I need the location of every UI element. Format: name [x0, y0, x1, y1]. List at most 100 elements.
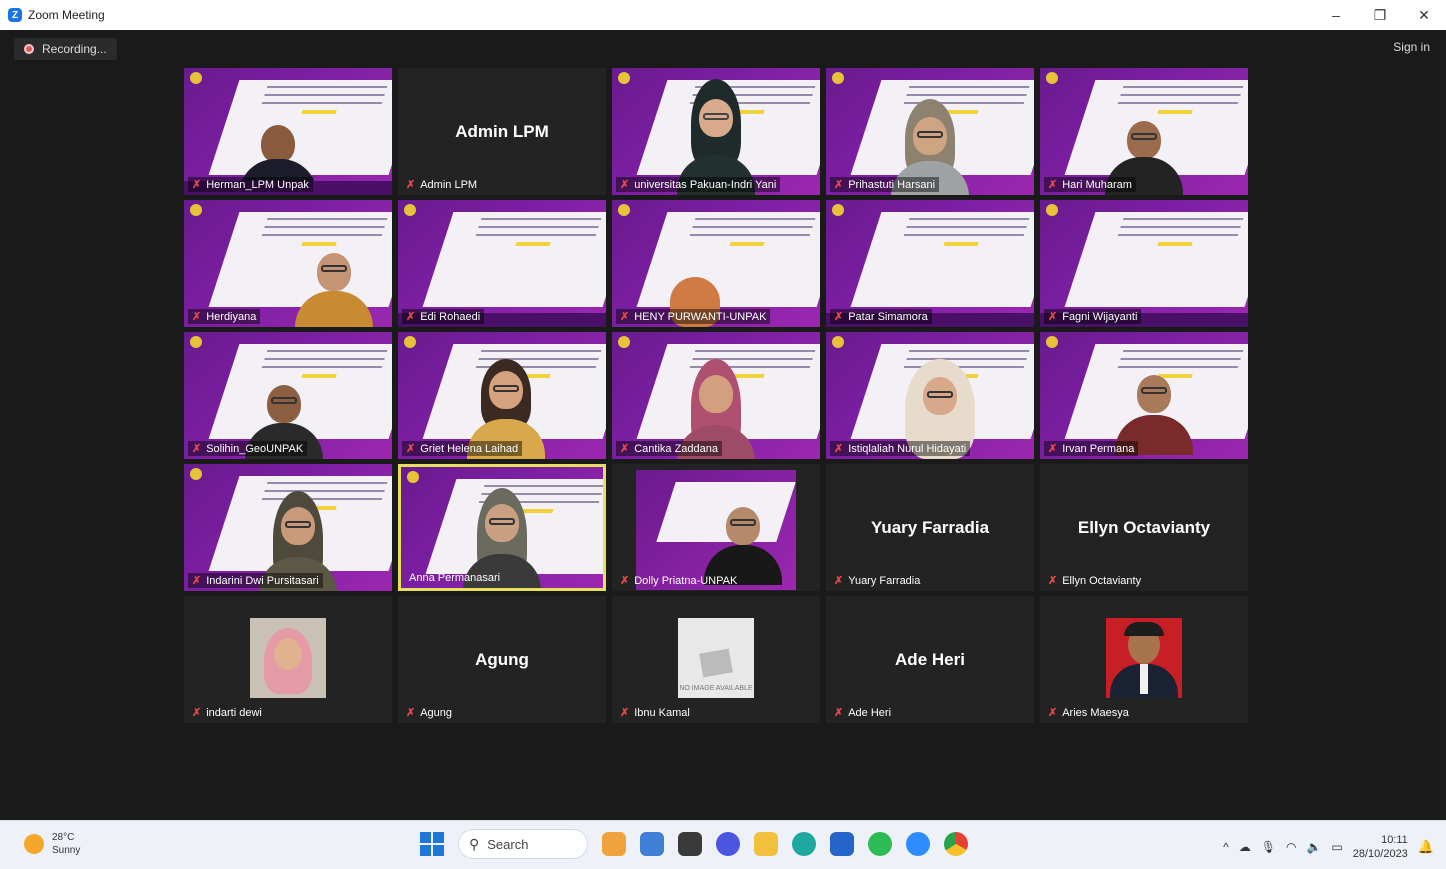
video-tile[interactable]: ✗ Patar Simamora [826, 200, 1034, 327]
chat-icon[interactable] [716, 832, 740, 856]
mic-muted-icon: ✗ [192, 575, 202, 587]
video-tile[interactable]: ✗ Herdiyana [184, 200, 392, 327]
file-explorer-icon[interactable] [754, 832, 778, 856]
mic-muted-icon: ✗ [406, 707, 416, 719]
video-tile[interactable]: ✗ Prihastuti Harsani [826, 68, 1034, 195]
video-tile[interactable]: ✗ Aries Maesya [1040, 596, 1248, 723]
file-icon[interactable] [678, 832, 702, 856]
video-tile[interactable]: ✗ Edi Rohaedi [398, 200, 606, 327]
taskbar-search[interactable]: ⚲ Search [458, 829, 588, 859]
participant-name: Istiqlaliah Nurul Hidayati [848, 442, 967, 455]
mic-muted-icon: ✗ [834, 443, 844, 455]
video-tile[interactable]: ✗ Solihin_GeoUNPAK [184, 332, 392, 459]
participant-display-name: Ellyn Octavianty [1077, 517, 1211, 537]
minimize-button[interactable]: – [1314, 0, 1358, 30]
mic-muted-icon: ✗ [620, 707, 630, 719]
video-tile[interactable]: ✗ Fagni Wijayanti [1040, 200, 1248, 327]
mic-muted-icon: ✗ [406, 311, 416, 323]
mic-muted-icon: ✗ [620, 179, 630, 191]
video-tile-active-speaker[interactable]: Anna Permanasari [398, 464, 606, 591]
game-app-icon[interactable] [640, 832, 664, 856]
mic-muted-icon: ✗ [1048, 311, 1058, 323]
university-logo-icon [404, 204, 416, 216]
participant-name: Ibnu Kamal [634, 706, 690, 719]
clock[interactable]: 10:11 28/10/2023 [1353, 833, 1408, 861]
wifi-icon[interactable]: ◠ [1286, 840, 1296, 854]
video-tile[interactable]: Yuary Farradia ✗ Yuary Farradia [826, 464, 1034, 591]
video-tile[interactable]: NO IMAGE AVAILABLE ✗ Ibnu Kamal [612, 596, 820, 723]
mic-muted-icon: ✗ [1048, 707, 1058, 719]
mic-muted-icon: ✗ [192, 443, 202, 455]
video-tile[interactable]: Admin LPM ✗ Admin LPM [398, 68, 606, 195]
image-placeholder-icon [699, 648, 733, 678]
mic-muted-icon: ✗ [834, 311, 844, 323]
university-logo-icon [1046, 336, 1058, 348]
video-tile[interactable]: ✗ Hari Muharam [1040, 68, 1248, 195]
restore-button[interactable]: ❐ [1358, 0, 1402, 30]
university-logo-icon [190, 468, 202, 480]
notification-bell-icon[interactable]: 🔔 [1418, 839, 1434, 855]
video-tile[interactable]: ✗ Istiqlaliah Nurul Hidayati [826, 332, 1034, 459]
video-tile[interactable]: ✗ HENY PURWANTI-UNPAK [612, 200, 820, 327]
participant-name: Patar Simamora [848, 310, 928, 323]
profile-photo [1106, 618, 1182, 698]
window-title: Zoom Meeting [28, 8, 105, 22]
participant-display-name: Yuary Farradia [870, 517, 990, 537]
participant-name: Irvan Permana [1062, 442, 1135, 455]
recording-label: Recording... [42, 42, 107, 56]
video-tile[interactable]: ✗ Dolly Priatna-UNPAK [612, 464, 820, 591]
participant-name: Anna Permanasari [409, 572, 501, 584]
video-tile[interactable]: ✗ Griet Helena Laihad [398, 332, 606, 459]
video-tile[interactable]: ✗ indarti dewi [184, 596, 392, 723]
video-tile[interactable]: ✗ Irvan Permana [1040, 332, 1248, 459]
participant-name: Edi Rohaedi [420, 310, 481, 323]
video-tile[interactable]: Ellyn Octavianty ✗ Ellyn Octavianty [1040, 464, 1248, 591]
mic-muted-icon: ✗ [192, 707, 202, 719]
chevron-up-icon[interactable]: ^ [1223, 840, 1229, 854]
video-tile[interactable]: ✗ Herman_LPM Unpak [184, 68, 392, 195]
video-tile[interactable]: ✗ universitas Pakuan-Indri Yani [612, 68, 820, 195]
gallery-grid: ✗ Herman_LPM Unpak Admin LPM ✗ Admin LPM ✗… [184, 68, 1248, 723]
participant-name: Griet Helena Laihad [420, 442, 519, 455]
participant-name: Solihin_GeoUNPAK [206, 442, 304, 455]
participant-name: Aries Maesya [1062, 706, 1129, 719]
microphone-icon[interactable]: 🎙 [1261, 840, 1276, 854]
mic-muted-icon: ✗ [620, 311, 630, 323]
participant-name: Admin LPM [420, 178, 478, 191]
university-logo-icon [407, 471, 419, 483]
university-logo-icon [618, 336, 630, 348]
mic-muted-icon: ✗ [620, 575, 630, 587]
chrome-icon[interactable] [944, 832, 968, 856]
university-logo-icon [190, 204, 202, 216]
participant-name: Agung [420, 706, 453, 719]
video-tile[interactable]: ✗ Indarini Dwi Pursitasari [184, 464, 392, 591]
no-image-placeholder: NO IMAGE AVAILABLE [678, 618, 754, 698]
weather-condition: Sunny [52, 845, 81, 856]
participant-name: Yuary Farradia [848, 574, 921, 587]
edge-browser-icon[interactable] [792, 832, 816, 856]
recording-indicator[interactable]: Recording... [14, 38, 117, 60]
widgets-icon[interactable] [602, 832, 626, 856]
sign-in-link[interactable]: Sign in [1393, 40, 1430, 54]
video-tile[interactable]: Agung ✗ Agung [398, 596, 606, 723]
record-icon [24, 44, 34, 54]
participant-name: Dolly Priatna-UNPAK [634, 574, 738, 587]
video-tile[interactable]: ✗ Cantika Zaddana [612, 332, 820, 459]
weather-widget[interactable]: 28°C Sunny [24, 831, 80, 857]
university-logo-icon [1046, 72, 1058, 84]
whatsapp-icon[interactable] [868, 832, 892, 856]
zoom-app-icon: Z [8, 8, 22, 22]
mic-muted-icon: ✗ [1048, 443, 1058, 455]
video-tile[interactable]: Ade Heri ✗ Ade Heri [826, 596, 1034, 723]
cloud-icon[interactable]: ☁ [1239, 840, 1251, 854]
close-button[interactable]: ✕ [1402, 0, 1446, 30]
profile-photo [250, 618, 326, 698]
battery-icon[interactable]: ▭ [1331, 840, 1342, 854]
store-icon[interactable] [830, 832, 854, 856]
zoom-taskbar-icon[interactable] [906, 832, 930, 856]
participant-name: Prihastuti Harsani [848, 178, 936, 191]
mic-muted-icon: ✗ [620, 443, 630, 455]
speaker-icon[interactable]: 🔈 [1306, 840, 1321, 854]
participant-name: Hari Muharam [1062, 178, 1132, 191]
windows-start-icon[interactable] [420, 832, 444, 856]
